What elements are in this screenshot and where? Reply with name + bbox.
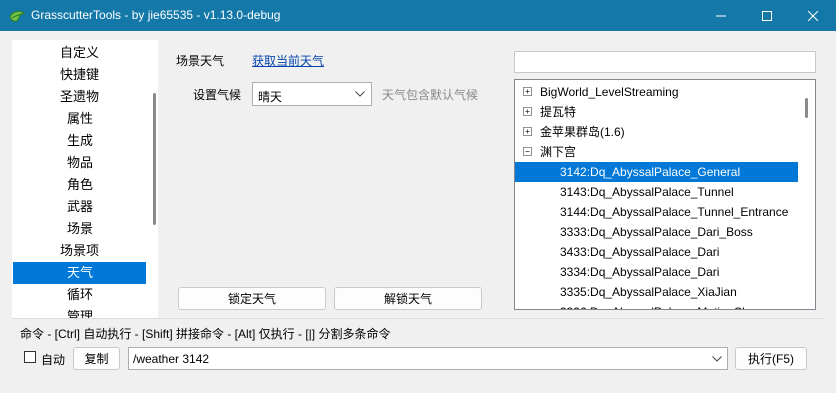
tree-node-label: 3144:Dq_AbyssalPalace_Tunnel_Entrance xyxy=(560,205,789,219)
tree-node-label: BigWorld_LevelStreaming xyxy=(540,85,679,99)
sidebar-item-label: 场景项 xyxy=(60,243,100,258)
maximize-button[interactable] xyxy=(744,0,790,31)
tree-leaf[interactable]: 3144:Dq_AbyssalPalace_Tunnel_Entrance xyxy=(515,202,798,222)
tree-node-label: 金苹果群岛(1.6) xyxy=(540,125,625,139)
tree-leaf[interactable]: 3334:Dq_AbyssalPalace_Dari xyxy=(515,262,798,282)
unlock-weather-button[interactable]: 解锁天气 xyxy=(334,287,482,310)
sidebar-item-label: 快捷键 xyxy=(60,67,100,82)
tree-node[interactable]: 渊下宫 xyxy=(515,142,798,162)
tree-leaf-selected[interactable]: 3142:Dq_AbyssalPalace_General xyxy=(515,162,798,182)
sidebar-item-weapons[interactable]: 武器 xyxy=(13,196,146,218)
chevron-down-icon[interactable] xyxy=(712,356,722,362)
tree-node-label: 3142:Dq_AbyssalPalace_General xyxy=(560,165,741,179)
expand-plus-icon[interactable] xyxy=(523,127,532,136)
tree-node-label: 3143:Dq_AbyssalPalace_Tunnel xyxy=(560,185,734,199)
sidebar-item-stats[interactable]: 属性 xyxy=(13,108,146,130)
auto-execute-checkbox[interactable] xyxy=(24,351,36,363)
sidebar-item-label: 场景 xyxy=(67,221,94,236)
expand-plus-icon[interactable] xyxy=(523,87,532,96)
sidebar-item-hotkeys[interactable]: 快捷键 xyxy=(13,64,146,86)
maximize-icon xyxy=(762,10,772,21)
tree-node-label: 渊下宫 xyxy=(540,145,577,159)
sidebar-item-label: 圣遗物 xyxy=(60,89,100,104)
sidebar-item-custom[interactable]: 自定义 xyxy=(13,42,146,64)
get-current-weather-link[interactable]: 获取当前天气 xyxy=(252,52,324,69)
tree-node[interactable]: 提瓦特 xyxy=(515,102,798,122)
sidebar-item-label: 循环 xyxy=(67,287,94,302)
scene-weather-label: 场景天气 xyxy=(176,54,225,68)
tree-leaf[interactable]: 3143:Dq_AbyssalPalace_Tunnel xyxy=(515,182,798,202)
lock-weather-button[interactable]: 锁定天气 xyxy=(178,287,326,310)
title-bar: GrasscutterTools - by jie65535 - v1.13.0… xyxy=(0,0,836,31)
tree-node-label: 3334:Dq_AbyssalPalace_Dari xyxy=(560,265,720,279)
sidebar-nav: 自定义 快捷键 圣遗物 属性 生成 物品 角色 武器 场景 场景项 天气 循环 … xyxy=(12,40,158,318)
sidebar-item-label: 物品 xyxy=(67,155,94,170)
tree-node-label: 3433:Dq_AbyssalPalace_Dari xyxy=(560,245,720,259)
copy-button[interactable]: 复制 xyxy=(73,347,120,370)
scene-filter-input[interactable] xyxy=(514,51,816,73)
weather-panel: 场景天气 获取当前天气 设置气候 晴天 天气包含默认气候 锁定天气 解锁天气 xyxy=(168,40,508,318)
chevron-down-icon xyxy=(355,91,365,97)
tree-leaf[interactable]: 3333:Dq_AbyssalPalace_Dari_Boss xyxy=(515,222,798,242)
sidebar-item-label: 角色 xyxy=(67,177,94,192)
scene-tree[interactable]: BigWorld_LevelStreaming 提瓦特 金苹果群岛(1.6) 渊… xyxy=(514,79,816,310)
collapse-minus-icon[interactable] xyxy=(523,147,532,156)
sidebar-item-label: 天气 xyxy=(67,265,94,280)
climate-label: 设置气候 xyxy=(193,88,242,102)
grasscutter-app-icon xyxy=(9,10,26,22)
tree-node[interactable]: BigWorld_LevelStreaming xyxy=(515,82,798,102)
sidebar-item-characters[interactable]: 角色 xyxy=(13,174,146,196)
sidebar-scrollbar[interactable] xyxy=(153,93,156,225)
tree-leaf[interactable]: 3433:Dq_AbyssalPalace_Dari xyxy=(515,242,798,262)
command-input-value: /weather 3142 xyxy=(133,352,210,366)
sidebar-item-manage[interactable]: 管理 xyxy=(13,306,146,318)
climate-select-value: 晴天 xyxy=(258,90,283,104)
sidebar-item-label: 自定义 xyxy=(60,45,100,60)
tree-scrollbar[interactable] xyxy=(805,98,808,118)
auto-execute-label: 自动 xyxy=(41,353,66,367)
command-input[interactable]: /weather 3142 xyxy=(128,347,728,370)
sidebar-item-label: 属性 xyxy=(67,111,94,126)
sidebar-item-label: 生成 xyxy=(67,133,94,148)
expand-plus-icon[interactable] xyxy=(523,107,532,116)
close-button[interactable] xyxy=(790,0,836,31)
sidebar-item-items[interactable]: 物品 xyxy=(13,152,146,174)
tree-node-label: 提瓦特 xyxy=(540,105,577,119)
sidebar-item-label: 武器 xyxy=(67,199,94,214)
sidebar-item-artifacts[interactable]: 圣遗物 xyxy=(13,86,146,108)
sidebar-item-scene-items[interactable]: 场景项 xyxy=(13,240,146,262)
command-help-text: 命令 - [Ctrl] 自动执行 - [Shift] 拼接命令 - [Alt] … xyxy=(20,327,391,341)
sidebar-item-weather[interactable]: 天气 xyxy=(13,262,146,284)
close-icon xyxy=(808,10,818,21)
tree-node-label: 3336:Dq_AbyssalPalace_MatianCha xyxy=(560,302,755,309)
tree-leaf[interactable]: 3335:Dq_AbyssalPalace_XiaJian xyxy=(515,282,798,302)
climate-hint: 天气包含默认气候 xyxy=(382,88,479,102)
sidebar-item-label: 管理 xyxy=(67,309,94,318)
minimize-icon xyxy=(716,15,726,16)
tree-leaf[interactable]: 3336:Dq_AbyssalPalace_MatianCha xyxy=(515,302,798,309)
climate-select[interactable]: 晴天 xyxy=(252,82,372,106)
sidebar-item-scenes[interactable]: 场景 xyxy=(13,218,146,240)
tree-node[interactable]: 金苹果群岛(1.6) xyxy=(515,122,798,142)
execute-button[interactable]: 执行(F5) xyxy=(735,347,807,370)
sidebar-item-spawn[interactable]: 生成 xyxy=(13,130,146,152)
window-title: GrasscutterTools - by jie65535 - v1.13.0… xyxy=(31,8,281,22)
tree-node-label: 3335:Dq_AbyssalPalace_XiaJian xyxy=(560,285,737,299)
sidebar-item-loop[interactable]: 循环 xyxy=(13,284,146,306)
tree-node-label: 3333:Dq_AbyssalPalace_Dari_Boss xyxy=(560,225,753,239)
minimize-button[interactable] xyxy=(698,0,744,31)
